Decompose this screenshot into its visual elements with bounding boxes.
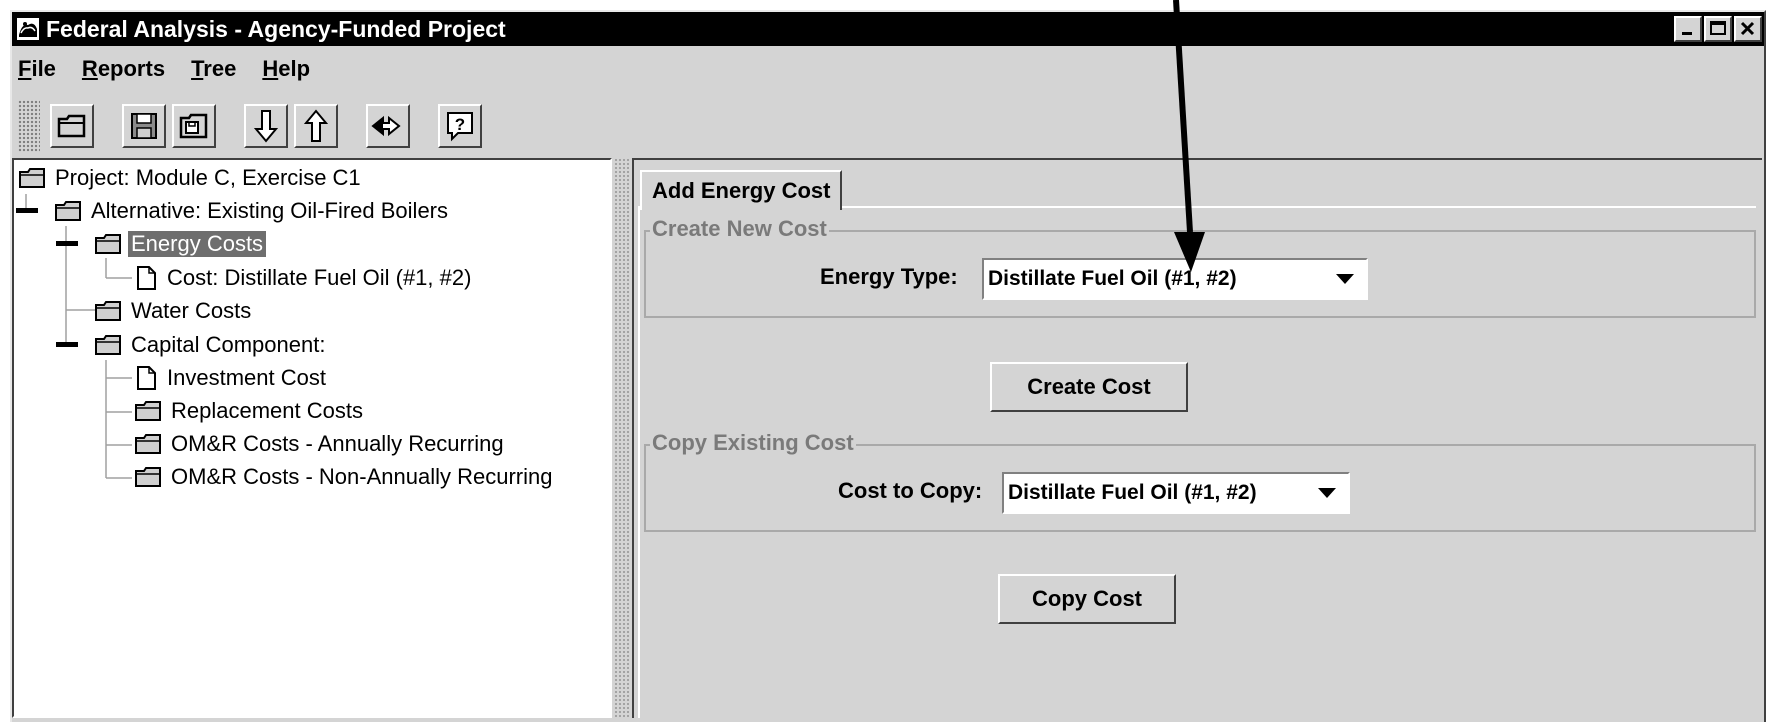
maximize-icon[interactable] — [1704, 16, 1732, 42]
move-up-icon[interactable] — [294, 104, 338, 148]
save-as-icon[interactable] — [172, 104, 216, 148]
cost-to-copy-select[interactable]: Distillate Fuel Oil (#1, #2) — [1002, 472, 1350, 514]
menu-reports[interactable]: Reports — [82, 56, 165, 82]
tree-item-capital-component[interactable]: Capital Component: — [94, 329, 328, 361]
tree-item-project[interactable]: Project: Module C, Exercise C1 — [18, 162, 364, 194]
project-tree[interactable]: Project: Module C, Exercise C1 Alternati… — [12, 158, 612, 718]
tree-item-label: Alternative: Existing Oil-Fired Boilers — [91, 198, 449, 223]
tree-item-replacement-costs[interactable]: Replacement Costs — [134, 395, 366, 427]
folder-icon — [135, 434, 161, 454]
minimize-icon[interactable] — [1674, 16, 1702, 42]
title-bar[interactable]: Federal Analysis - Agency-Funded Project — [12, 12, 1764, 46]
tree-item-label: Cost: Distillate Fuel Oil (#1, #2) — [167, 265, 472, 290]
tab-add-energy-cost[interactable]: Add Energy Cost — [640, 170, 843, 210]
create-cost-button[interactable]: Create Cost — [990, 362, 1188, 412]
save-icon[interactable] — [122, 104, 166, 148]
menu-file[interactable]: File — [18, 56, 56, 82]
tree-item-label: Capital Component: — [131, 332, 326, 357]
application-window: Federal Analysis - Agency-Funded Project… — [10, 10, 1766, 722]
tree-item-cost-distillate[interactable]: Cost: Distillate Fuel Oil (#1, #2) — [134, 262, 474, 294]
move-down-icon[interactable] — [244, 104, 288, 148]
create-new-cost-group: Create New Cost Energy Type: Distillate … — [644, 216, 1756, 318]
menu-tree[interactable]: Tree — [191, 56, 236, 82]
tree-item-water-costs[interactable]: Water Costs — [94, 295, 254, 327]
chevron-down-icon[interactable] — [1336, 274, 1354, 284]
folder-icon — [135, 401, 161, 421]
folder-icon — [135, 467, 161, 487]
chevron-down-icon[interactable] — [1318, 488, 1336, 498]
tree-item-label-selected: Energy Costs — [128, 231, 267, 257]
folder-icon — [95, 301, 121, 321]
tree-item-label: OM&R Costs - Non-Annually Recurring — [171, 464, 553, 489]
toolbar: ? — [12, 96, 1764, 156]
folder-icon — [95, 234, 121, 254]
cost-to-copy-value: Distillate Fuel Oil (#1, #2) — [1008, 481, 1257, 504]
tree-item-label: Project: Module C, Exercise C1 — [55, 165, 361, 190]
detail-pane: Add Energy Cost Create New Cost Energy T… — [632, 158, 1762, 718]
group-title: Create New Cost — [650, 216, 829, 242]
close-icon[interactable] — [1734, 16, 1762, 42]
menu-help[interactable]: Help — [262, 56, 310, 82]
split-pane-divider[interactable] — [614, 158, 630, 718]
copy-existing-cost-group: Copy Existing Cost Cost to Copy: Distill… — [644, 430, 1756, 532]
tree-item-label: OM&R Costs - Annually Recurring — [171, 431, 504, 456]
document-icon — [137, 266, 156, 290]
folder-icon — [55, 201, 81, 221]
tree-item-energy-costs[interactable]: Energy Costs — [94, 228, 267, 260]
tree-item-label: Investment Cost — [167, 365, 326, 390]
open-folder-icon[interactable] — [50, 104, 94, 148]
cost-to-copy-label: Cost to Copy: — [838, 478, 983, 503]
tree-item-alternative[interactable]: Alternative: Existing Oil-Fired Boilers — [54, 195, 451, 227]
tree-item-label: Replacement Costs — [171, 398, 363, 423]
tree-item-investment-cost[interactable]: Investment Cost — [134, 362, 329, 394]
tree-item-label: Water Costs — [131, 298, 252, 323]
menu-bar: File Reports Tree Help — [12, 46, 1764, 92]
window-title: Federal Analysis - Agency-Funded Project — [46, 15, 506, 42]
energy-type-label: Energy Type: — [820, 264, 958, 289]
folder-icon — [19, 168, 45, 188]
energy-type-value: Distillate Fuel Oil (#1, #2) — [988, 267, 1237, 290]
rewind-icon[interactable] — [366, 104, 410, 148]
energy-type-select[interactable]: Distillate Fuel Oil (#1, #2) — [982, 258, 1368, 300]
copy-cost-button[interactable]: Copy Cost — [998, 574, 1176, 624]
window-controls — [1674, 16, 1762, 42]
tree-item-omr-annual[interactable]: OM&R Costs - Annually Recurring — [134, 428, 507, 460]
toolbar-grip[interactable] — [18, 100, 40, 152]
svg-text:?: ? — [455, 115, 465, 134]
help-icon[interactable]: ? — [438, 104, 482, 148]
tab-panel: Create New Cost Energy Type: Distillate … — [638, 206, 1756, 718]
tree-item-omr-non-annual[interactable]: OM&R Costs - Non-Annually Recurring — [134, 461, 555, 493]
app-icon — [17, 18, 39, 40]
document-icon — [137, 366, 156, 390]
group-title: Copy Existing Cost — [650, 430, 856, 456]
folder-icon — [95, 335, 121, 355]
